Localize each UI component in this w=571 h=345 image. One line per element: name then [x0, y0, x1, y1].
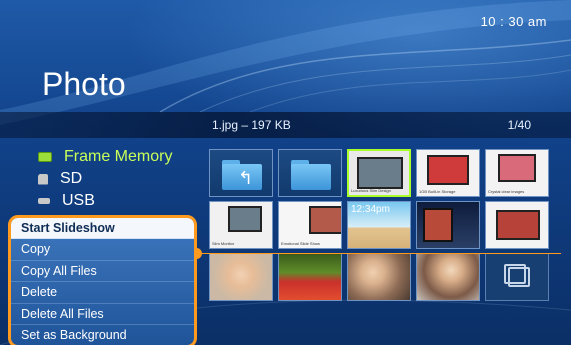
photo-frame-image: [427, 155, 469, 185]
source-usb[interactable]: USB: [38, 190, 208, 212]
source-frame-memory[interactable]: Frame Memory: [38, 146, 208, 168]
photo-thumbnail[interactable]: Emotional Slide Show: [278, 201, 342, 249]
photo-frame-image: [423, 208, 453, 242]
tulip-photo-thumbnail[interactable]: [278, 253, 342, 301]
photo-thumbnail[interactable]: Slim Monitor: [209, 201, 273, 249]
frame-memory-icon: [38, 152, 52, 162]
thumbnail-time: 12:34pm: [351, 204, 390, 215]
source-label: Frame Memory: [64, 148, 173, 165]
source-sd[interactable]: SD: [38, 168, 208, 190]
menu-item-copy-all-files[interactable]: Copy All Files: [11, 261, 194, 283]
photo-thumbnail[interactable]: 1GB Built-in Storage: [416, 149, 480, 197]
photo-frame-image: [496, 210, 540, 240]
source-list: Frame Memory SD USB: [38, 146, 208, 212]
source-label: SD: [60, 170, 83, 187]
beach-photo-thumbnail[interactable]: 12:34pm: [347, 201, 411, 249]
sd-card-icon: [38, 173, 48, 185]
calendar-photo-thumbnail[interactable]: [416, 201, 480, 249]
photo-frame-image: [357, 157, 403, 189]
page-title: Photo: [42, 66, 126, 102]
photo-frame-image: [309, 206, 341, 234]
couple-photo-thumbnail[interactable]: [416, 253, 480, 301]
callout-line: [197, 253, 561, 254]
clock-time: 10 : 30 am: [480, 14, 547, 29]
family-photo-thumbnail[interactable]: [347, 253, 411, 301]
thumbnail-caption: Crystal clear images: [488, 189, 525, 194]
folder-up-thumbnail[interactable]: ↰: [209, 149, 273, 197]
photo-thumbnail[interactable]: Crystal clear images: [485, 149, 549, 197]
photo-thumbnail[interactable]: [485, 201, 549, 249]
photo-frame-image: [228, 206, 262, 232]
folder-icon: [291, 164, 331, 190]
folder-thumbnail[interactable]: [278, 149, 342, 197]
up-arrow-icon: ↰: [238, 168, 254, 188]
baby-photo-thumbnail[interactable]: [209, 253, 273, 301]
slideshow-icon: [504, 264, 530, 287]
options-menu: Start Slideshow Copy Copy All Files Dele…: [8, 215, 197, 345]
thumbnail-caption: Slim Monitor: [212, 241, 235, 246]
photo-frame-image: [498, 154, 536, 182]
menu-item-copy[interactable]: Copy: [11, 239, 194, 261]
file-info: 1.jpg – 197 KB: [212, 118, 291, 132]
page-counter: 1/40: [507, 118, 531, 132]
menu-item-delete-all-files[interactable]: Delete All Files: [11, 304, 194, 325]
usb-icon: [38, 198, 50, 204]
thumbnail-caption: 1GB Built-in Storage: [419, 189, 456, 194]
menu-item-start-slideshow[interactable]: Start Slideshow: [11, 218, 194, 240]
source-label: USB: [62, 192, 95, 209]
photo-screen: 10 : 30 am Photo 1.jpg – 197 KB 1/40 Fra…: [0, 0, 571, 345]
thumbnail-caption: Luxurious Slim Design: [351, 188, 391, 193]
thumbnail-caption: Emotional Slide Show: [281, 241, 320, 246]
photo-thumbnail-selected[interactable]: Luxurious Slim Design: [347, 149, 411, 197]
menu-item-delete[interactable]: Delete: [11, 282, 194, 304]
menu-item-set-as-background[interactable]: Set as Background: [11, 325, 194, 345]
slideshow-thumbnail[interactable]: [485, 253, 549, 301]
